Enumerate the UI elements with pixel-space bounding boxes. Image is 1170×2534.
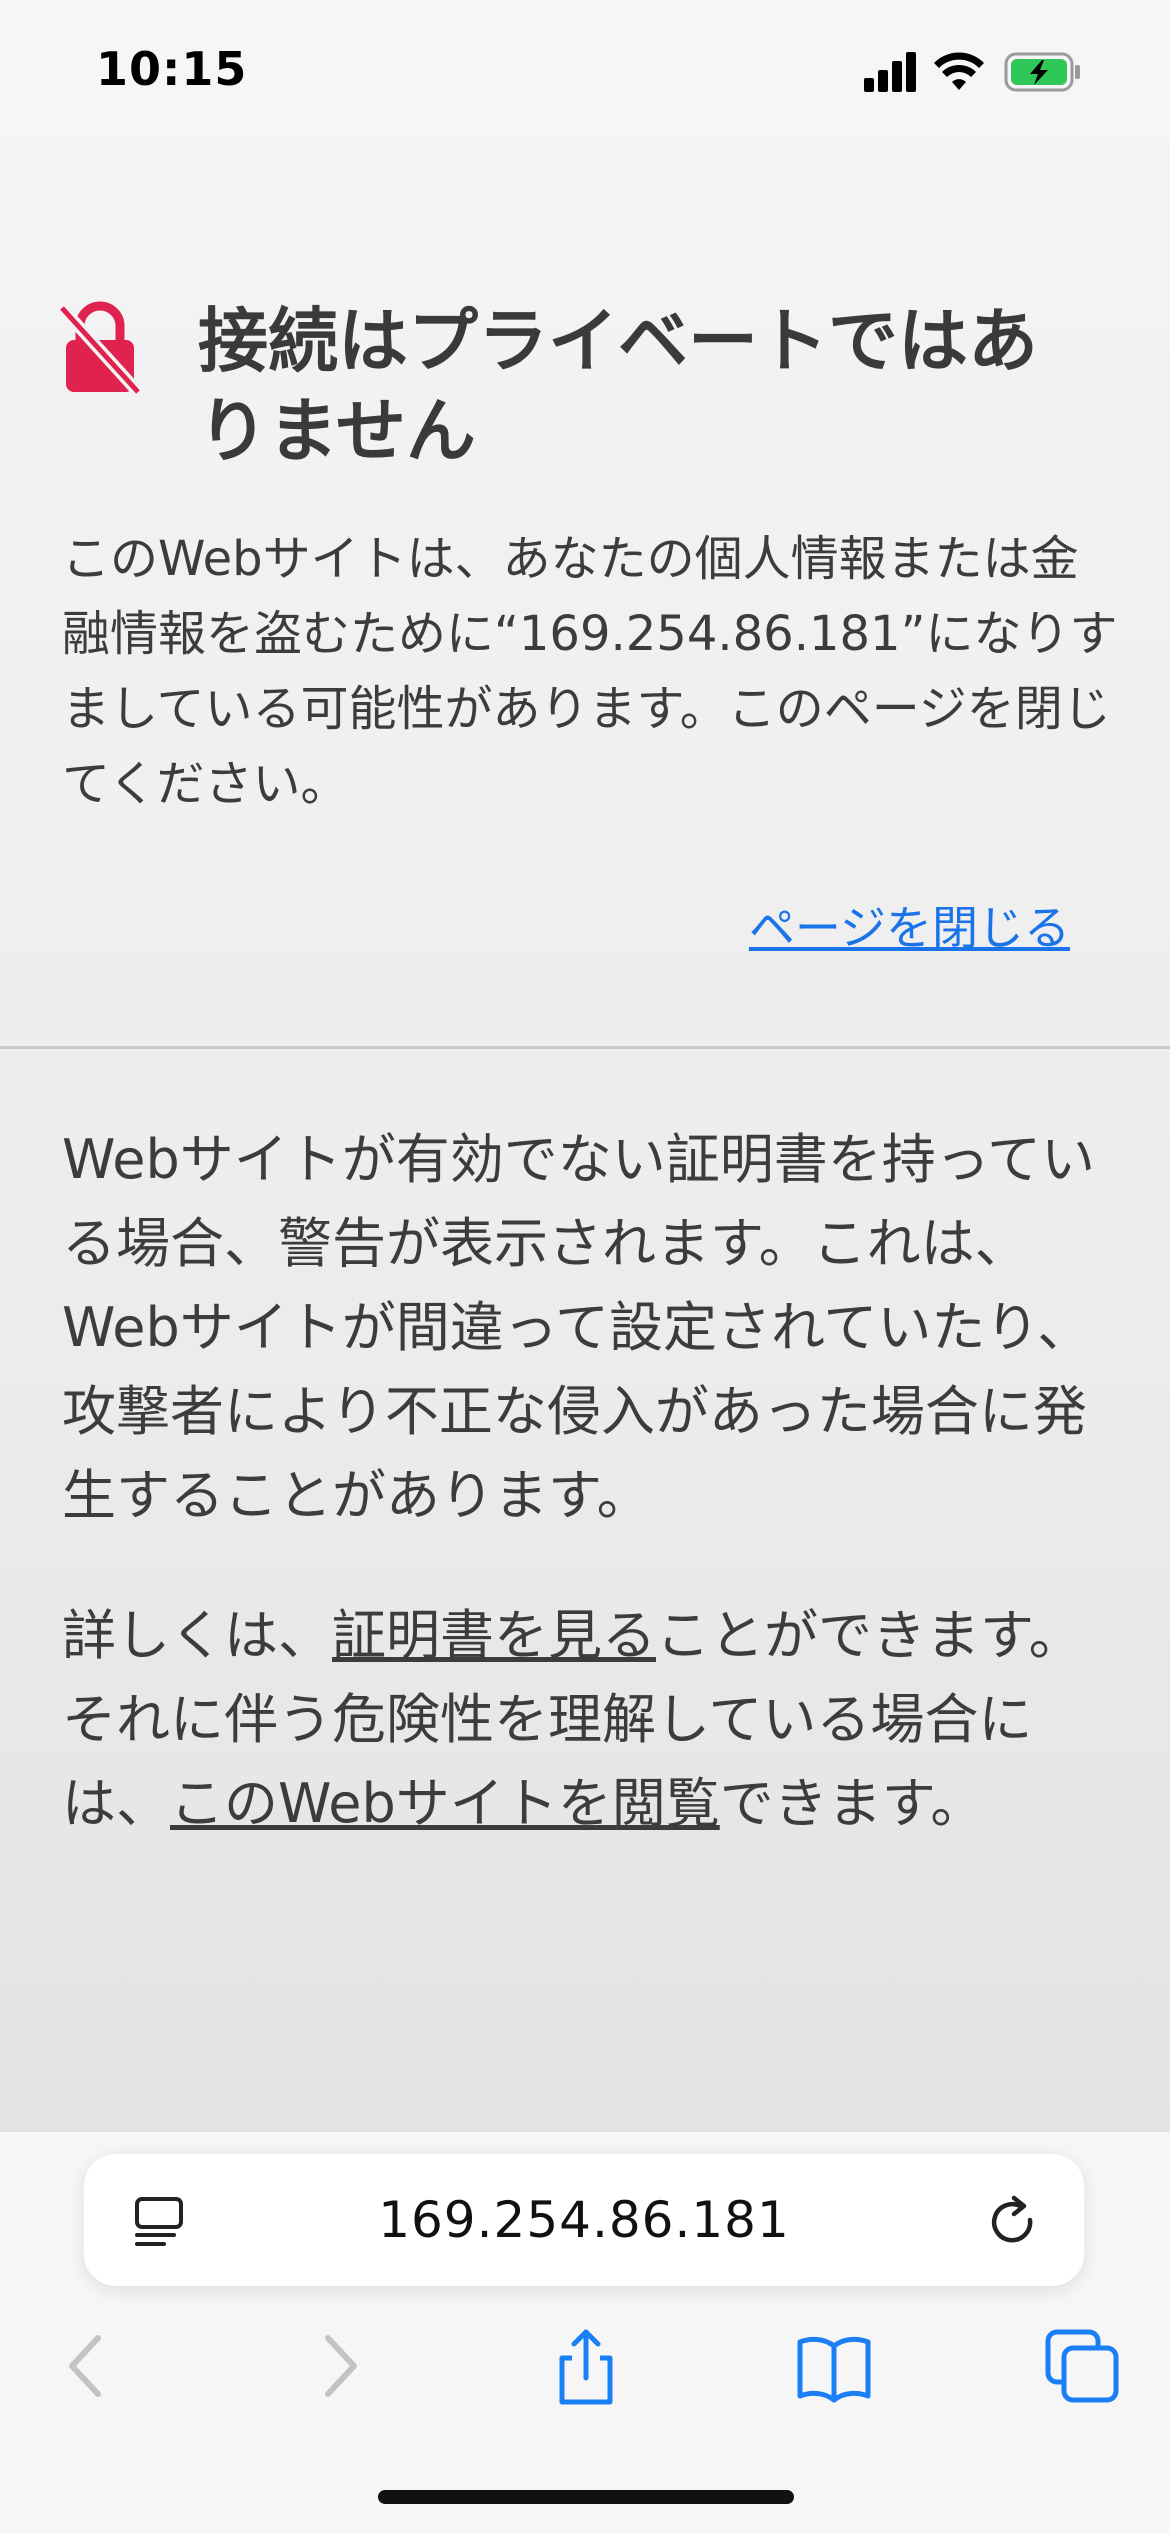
explanation-text: Webサイトが有効でない証明書を持っている場合、警告が表示されます。これは、We… xyxy=(62,1128,1096,1527)
battery-charging-icon xyxy=(1004,52,1080,92)
status-time: 10:15 xyxy=(96,42,248,96)
divider xyxy=(0,1046,1170,1049)
status-bar: 10:15 xyxy=(0,0,1170,140)
warning-title: 接続はプライベートではありません xyxy=(198,300,1038,472)
warning-message: このWebサイトは、あなたの個人情報または金融情報を盗むために“169.254.… xyxy=(62,531,1118,812)
details-suffix: できます。 xyxy=(719,1772,985,1835)
details-text: 詳しくは、証明書を見ることができます。 それに伴う危険性を理解している場合には、… xyxy=(62,1594,1122,1846)
lock-slash-icon xyxy=(58,301,142,396)
cellular-signal-icon xyxy=(864,52,916,92)
view-certificate-link[interactable]: 証明書を見る xyxy=(332,1604,656,1667)
close-page-link[interactable]: ページを閉じる xyxy=(730,892,1070,958)
wifi-icon xyxy=(934,52,984,90)
url-text: 169.254.86.181 xyxy=(378,2191,790,2249)
bookmarks-icon[interactable] xyxy=(794,2326,874,2406)
details-prefix: 詳しくは、 xyxy=(62,1604,332,1667)
visit-website-link[interactable]: このWebサイトを閲覧 xyxy=(170,1772,720,1835)
address-bar[interactable]: 169.254.86.181 xyxy=(84,2154,1084,2286)
tabs-icon[interactable] xyxy=(1042,2326,1122,2406)
back-icon[interactable] xyxy=(48,2326,128,2406)
forward-icon[interactable] xyxy=(298,2326,378,2406)
reload-icon[interactable] xyxy=(986,2194,1042,2250)
home-indicator xyxy=(378,2490,794,2504)
share-icon[interactable] xyxy=(546,2326,626,2406)
